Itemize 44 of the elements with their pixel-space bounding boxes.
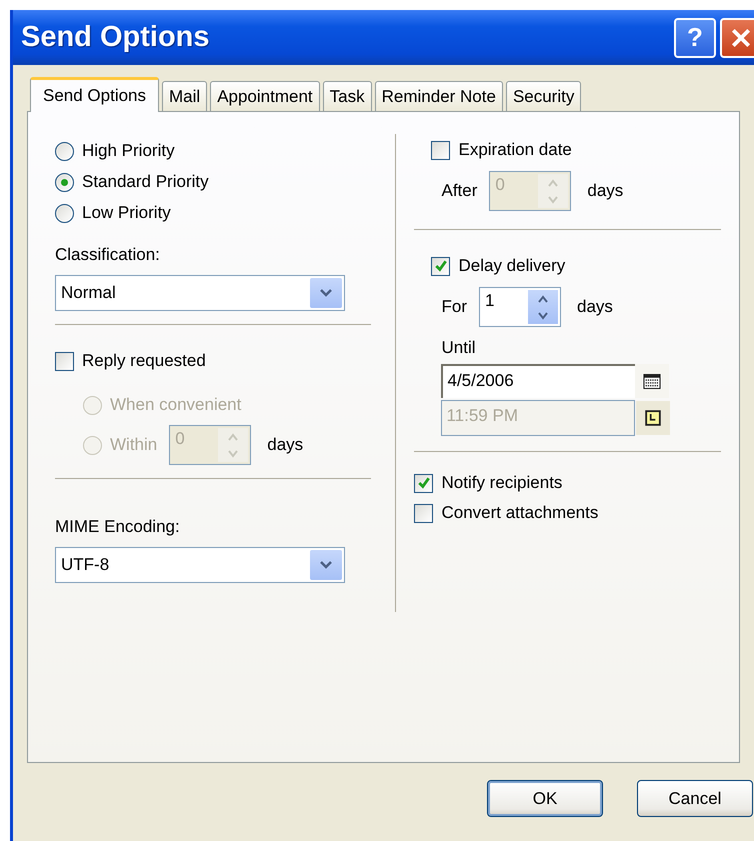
checkbox[interactable] [431, 140, 450, 160]
date-field[interactable]: 4/5/2006 [441, 364, 636, 398]
dropdown[interactable]: Normal [55, 275, 345, 311]
checkbox[interactable] [414, 504, 434, 522]
dropdown[interactable]: UTF-8 [55, 547, 345, 583]
tab[interactable]: Send Options [30, 77, 160, 112]
close-button[interactable] [720, 18, 754, 58]
radio-button[interactable] [55, 204, 74, 222]
radio-label: When convenient [110, 395, 242, 415]
tab[interactable]: Appointment [210, 81, 320, 111]
checkbox[interactable] [55, 352, 74, 370]
tab[interactable]: Security [506, 81, 582, 111]
radio-label: Standard Priority [82, 172, 209, 192]
close-icon [730, 26, 752, 48]
field-label: Until [441, 338, 476, 358]
field-label: For [441, 297, 467, 317]
checkbox-label: Convert attachments [441, 503, 598, 523]
checkbox[interactable] [431, 256, 450, 276]
dialog-button[interactable]: Cancel [637, 780, 753, 817]
radio-label: Within [110, 435, 158, 455]
window-title: Send Options [21, 21, 210, 54]
unit-label: days [587, 181, 624, 201]
tab[interactable]: Task [322, 81, 372, 111]
unit-label: days [576, 297, 613, 317]
checkbox[interactable] [414, 474, 434, 492]
radio-button[interactable] [55, 172, 74, 192]
clock-icon[interactable] [636, 401, 670, 435]
checkbox-label: Delay delivery [458, 256, 566, 276]
checkbox-label: Expiration date [458, 140, 572, 160]
checkbox-label: Notify recipients [441, 473, 562, 493]
calendar-icon[interactable] [635, 364, 670, 398]
help-button[interactable]: ? [674, 18, 716, 58]
tab[interactable]: Reminder Note [374, 81, 503, 111]
spin-box[interactable]: 1 [478, 287, 561, 327]
field-label: After [441, 181, 478, 201]
tab[interactable]: Mail [162, 81, 208, 111]
checkbox-label: Reply requested [82, 351, 206, 371]
dialog-button[interactable]: OK [487, 780, 603, 817]
field-label: Classification: [55, 245, 161, 265]
field-label: MIME Encoding: [55, 517, 181, 537]
radio-label: Low Priority [82, 203, 171, 223]
radio-button[interactable] [55, 142, 74, 160]
unit-label: days [267, 435, 304, 455]
radio-label: High Priority [82, 141, 175, 161]
